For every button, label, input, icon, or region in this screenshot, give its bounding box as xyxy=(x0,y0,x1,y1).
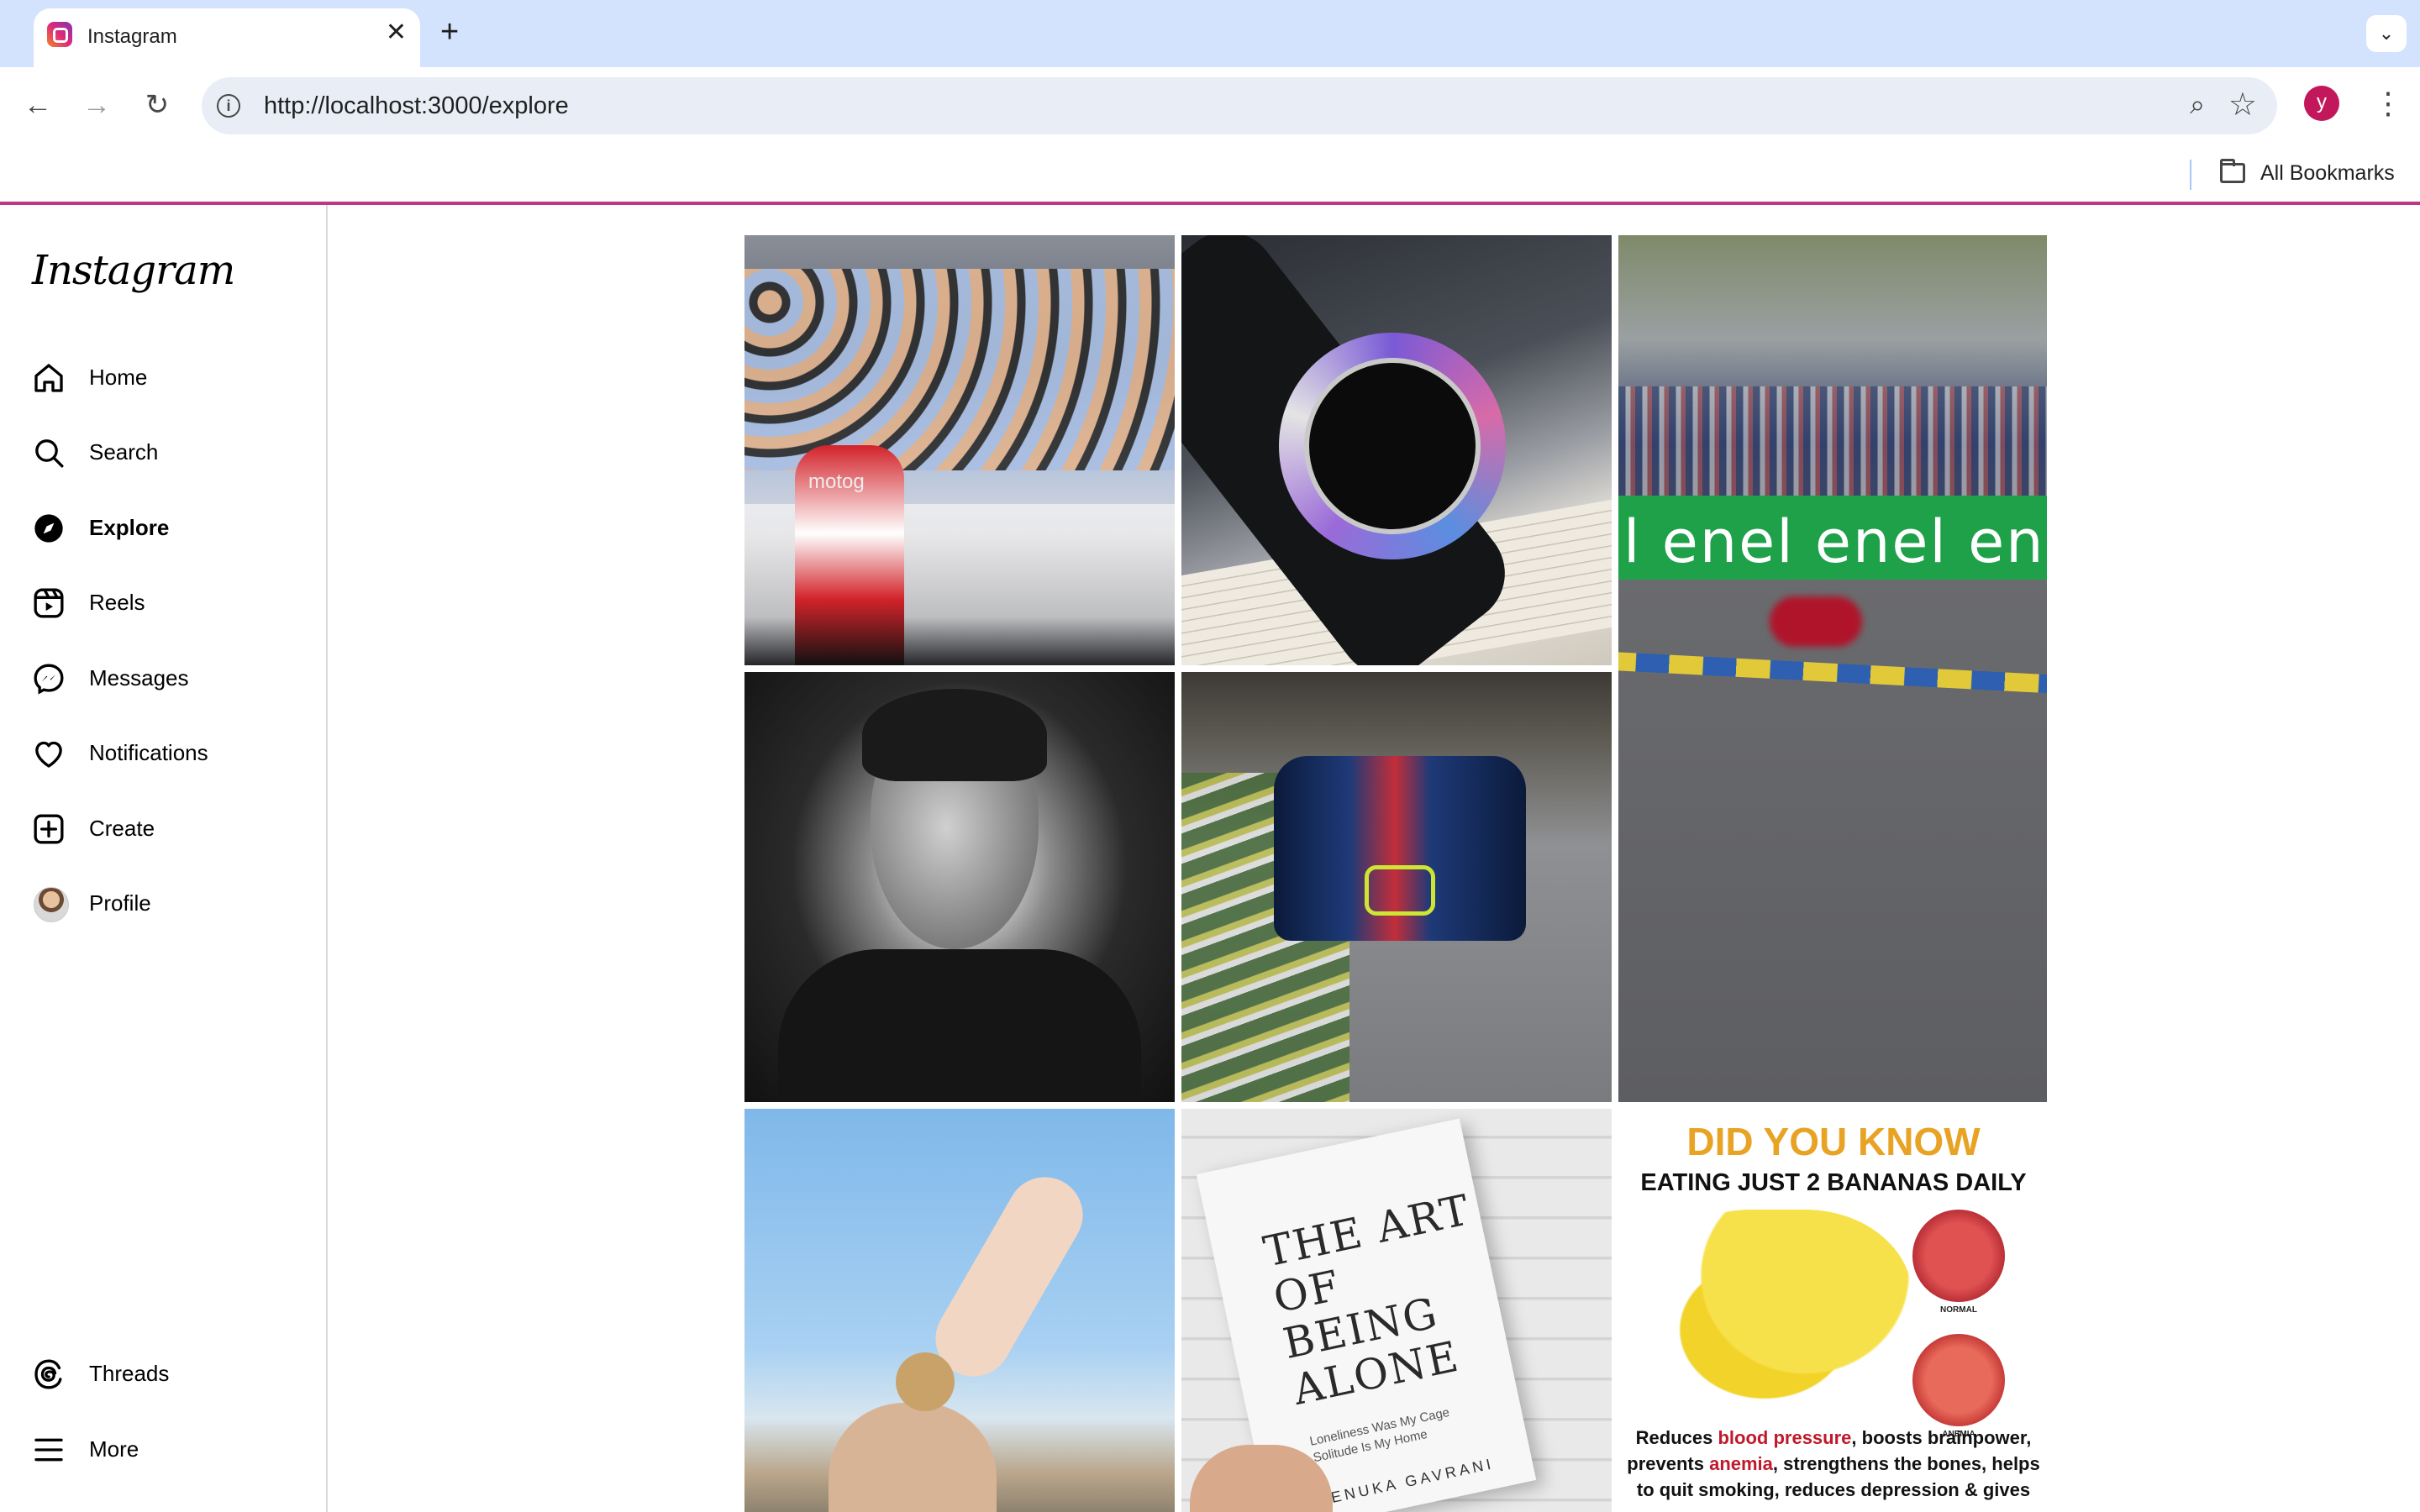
sidebar-item-label: Explore xyxy=(89,515,170,540)
url-text[interactable]: http://localhost:3000/explore xyxy=(264,92,569,120)
post-image-bananas xyxy=(1644,1210,1912,1428)
all-bookmarks-button[interactable]: All Bookmarks xyxy=(2260,161,2395,186)
explore-post-portrait[interactable] xyxy=(744,672,1175,1102)
sidebar-item-label: Threads xyxy=(89,1361,170,1386)
post-image-hair-bun xyxy=(896,1352,955,1411)
browser-tab-instagram[interactable]: Instagram ✕ xyxy=(34,8,420,67)
sidebar-item-more[interactable]: More xyxy=(20,1418,306,1478)
post-image-crowd xyxy=(744,269,1175,470)
zoom-icon[interactable]: ⌕ xyxy=(2190,89,2205,121)
sidebar-item-label: Create xyxy=(89,816,155,841)
post-image-car-grille xyxy=(1365,865,1435,916)
plus-square-icon xyxy=(34,814,64,844)
sidebar-item-home[interactable]: Home xyxy=(20,346,306,407)
sponsor-banner-text: l enel enel en xyxy=(1623,507,2045,576)
explore-post-bmw-race-car[interactable] xyxy=(1181,672,1612,1102)
forward-arrow-icon[interactable]: → xyxy=(77,86,116,124)
post-image-hair xyxy=(862,689,1047,781)
address-bar[interactable]: i http://localhost:3000/explore ⌕ ☆ xyxy=(202,77,2277,134)
post-image-normal-cell xyxy=(1912,1210,2005,1302)
infographic-body-text: Reduces blood pressure, boosts brainpowe… xyxy=(1625,1425,2042,1503)
sidebar-item-reels[interactable]: Reels xyxy=(20,571,306,632)
new-tab-button[interactable]: + xyxy=(440,15,459,49)
page-top-accent-line xyxy=(0,202,2420,205)
explore-post-motogp-team-celebration[interactable]: motog xyxy=(744,235,1175,665)
sidebar-item-notifications[interactable]: Notifications xyxy=(20,722,306,782)
post-image-raised-hand xyxy=(922,1163,1097,1391)
back-arrow-icon[interactable]: ← xyxy=(18,86,57,124)
post-image-banner-text: motog xyxy=(808,470,865,493)
sidebar-item-search[interactable]: Search xyxy=(20,421,306,481)
tab-search-chevron-icon[interactable]: ⌄ xyxy=(2366,15,2407,52)
explore-post-woman-waving[interactable] xyxy=(744,1109,1175,1512)
sidebar-item-label: Reels xyxy=(89,590,145,615)
hamburger-icon xyxy=(34,1438,63,1462)
post-image-sponsor-banner: l enel enel en xyxy=(1618,496,2047,580)
sidebar-item-label: Home xyxy=(89,365,148,390)
book-title: THE ART OF BEING ALONE xyxy=(1259,1184,1476,1415)
explore-post-motogp-race-video[interactable]: l enel enel en xyxy=(1618,235,2047,1102)
messenger-icon xyxy=(34,664,64,695)
threads-icon xyxy=(34,1359,62,1389)
book-author: RENUKA GAVRANI xyxy=(1315,1455,1496,1509)
site-info-icon[interactable]: i xyxy=(217,94,240,118)
post-image-motorbike xyxy=(1770,596,1862,647)
body-highlight-anemia: anemia xyxy=(1709,1453,1773,1474)
post-image-anemia-cell xyxy=(1912,1334,2005,1426)
sidebar-item-label: Notifications xyxy=(89,740,208,765)
explore-post-banana-infographic[interactable]: DID YOU KNOW EATING JUST 2 BANANAS DAILY… xyxy=(1618,1109,2047,1512)
search-icon xyxy=(35,439,64,468)
sidebar-item-threads[interactable]: Threads xyxy=(20,1342,306,1403)
reels-icon xyxy=(34,588,64,618)
browser-tab-strip: Instagram ✕ + ⌄ xyxy=(0,0,2420,67)
reload-icon[interactable]: ↻ xyxy=(138,86,176,124)
instagram-favicon-icon xyxy=(47,22,72,47)
post-image-watch-dial xyxy=(1304,358,1481,534)
heart-icon xyxy=(35,741,62,768)
avatar xyxy=(34,887,69,922)
explore-post-rolex-watch[interactable] xyxy=(1181,235,1612,665)
browser-profile-avatar[interactable]: y xyxy=(2304,86,2339,121)
body-text-1: Reduces xyxy=(1635,1427,1718,1448)
folder-icon[interactable] xyxy=(2220,159,2245,183)
infographic-subheadline: EATING JUST 2 BANANAS DAILY xyxy=(1640,1169,2027,1196)
sidebar-item-label: More xyxy=(89,1436,139,1462)
sidebar-item-explore[interactable]: Explore xyxy=(20,496,306,557)
sidebar-item-label: Profile xyxy=(89,890,151,916)
explore-grid: motog l enel enel en THE ART OF BEING AL… xyxy=(744,235,2047,1512)
sidebar-item-label: Messages xyxy=(89,665,189,690)
post-image-person xyxy=(829,1403,997,1512)
tab-title: Instagram xyxy=(87,25,177,48)
body-highlight-blood-pressure: blood pressure xyxy=(1718,1427,1852,1448)
sidebar-item-messages[interactable]: Messages xyxy=(20,647,306,707)
instagram-logo[interactable]: Instagram xyxy=(32,247,235,294)
bookmarks-separator xyxy=(2190,160,2191,190)
sidebar-item-label: Search xyxy=(89,439,159,465)
home-icon xyxy=(34,364,63,392)
bookmark-star-icon[interactable]: ☆ xyxy=(2228,86,2257,123)
explore-post-book[interactable]: THE ART OF BEING ALONE Loneliness Was My… xyxy=(1181,1109,1612,1512)
infographic-headline: DID YOU KNOW xyxy=(1686,1120,1981,1163)
post-image-coat xyxy=(778,949,1141,1102)
sidebar-item-create[interactable]: Create xyxy=(20,797,306,858)
browser-menu-kebab-icon[interactable]: ⋮ xyxy=(2373,84,2403,123)
label-normal: NORMAL xyxy=(1940,1305,1977,1315)
bookmarks-bar: All Bookmarks xyxy=(0,144,2420,202)
browser-toolbar: ← → ↻ i http://localhost:3000/explore ⌕ … xyxy=(0,67,2420,144)
instagram-sidebar: Instagram Home Search Explore Reels Mess… xyxy=(0,205,328,1512)
compass-icon xyxy=(34,514,63,543)
close-tab-icon[interactable]: ✕ xyxy=(386,20,407,45)
sidebar-item-profile[interactable]: Profile xyxy=(20,872,306,932)
post-image-spectators xyxy=(1618,386,2047,496)
